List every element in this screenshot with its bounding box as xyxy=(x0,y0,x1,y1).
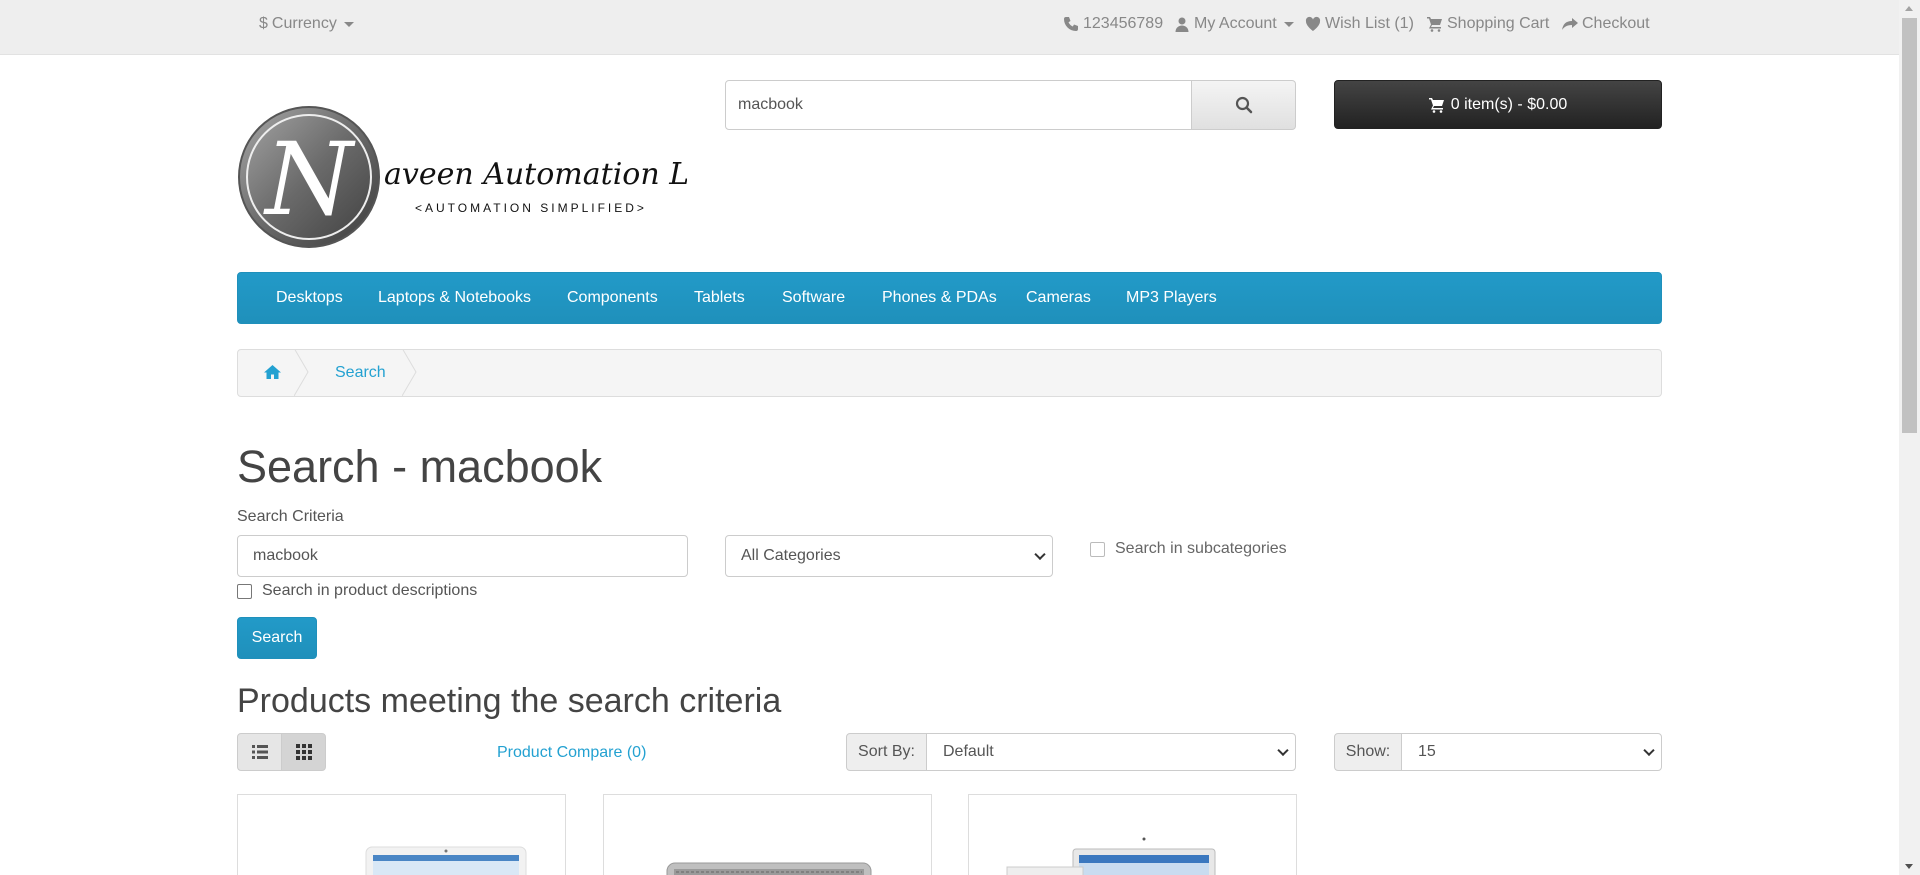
chevron-down-icon xyxy=(1643,744,1655,757)
currency-icon: $ xyxy=(259,15,268,32)
phone-link[interactable]: 123456789 xyxy=(1063,15,1163,33)
wish-list-label: Wish List (1) xyxy=(1325,15,1414,32)
product-compare-link[interactable]: Product Compare (0) xyxy=(497,744,646,762)
show-select[interactable]: 15 xyxy=(1401,733,1662,771)
cart-icon xyxy=(1428,97,1444,113)
shopping-cart-label: Shopping Cart xyxy=(1447,15,1550,32)
scroll-up-icon[interactable] xyxy=(1905,6,1913,11)
menu-item-mp3[interactable]: MP3 Players xyxy=(1126,289,1217,307)
chevron-down-icon xyxy=(1277,744,1289,757)
currency-label: Currency xyxy=(271,15,337,32)
search-icon xyxy=(1235,96,1252,114)
my-account-dropdown[interactable]: My Account xyxy=(1174,15,1294,33)
site-logo[interactable]: N aveen Automation Labs <AUTOMATION SIMP… xyxy=(237,102,742,252)
checkout-label: Checkout xyxy=(1582,15,1650,32)
user-icon xyxy=(1175,17,1189,32)
chevron-down-icon xyxy=(1034,548,1046,561)
category-menu: Desktops Laptops & Notebooks Components … xyxy=(237,272,1662,324)
breadcrumb-search[interactable]: Search xyxy=(335,364,386,382)
heart-icon xyxy=(1305,16,1321,31)
menu-item-laptops[interactable]: Laptops & Notebooks xyxy=(378,289,531,307)
menu-item-components[interactable]: Components xyxy=(567,289,658,307)
subcategories-checkbox[interactable] xyxy=(1090,542,1105,557)
share-icon xyxy=(1562,18,1578,30)
product-card[interactable] xyxy=(968,794,1297,875)
search-input[interactable] xyxy=(725,80,1192,130)
product-image xyxy=(1006,837,1216,875)
category-select[interactable]: All Categories xyxy=(725,535,1053,577)
results-heading: Products meeting the search criteria xyxy=(237,682,782,720)
menu-item-cameras[interactable]: Cameras xyxy=(1026,289,1091,307)
logo-letter: N xyxy=(263,121,356,238)
breadcrumb-separator xyxy=(402,350,417,396)
home-icon[interactable] xyxy=(264,364,281,380)
list-view-icon xyxy=(251,745,268,759)
descriptions-label: Search in product descriptions xyxy=(262,582,478,599)
show-value: 15 xyxy=(1418,743,1436,760)
sort-label: Sort By: xyxy=(846,733,927,771)
currency-dropdown[interactable]: $ Currency xyxy=(259,15,354,33)
caret-down-icon xyxy=(1283,21,1294,27)
cart-button[interactable]: 0 item(s) - $0.00 xyxy=(1334,80,1662,129)
cart-icon xyxy=(1427,17,1442,32)
category-selected: All Categories xyxy=(741,547,841,564)
header-search xyxy=(725,80,1296,130)
scroll-down-icon[interactable] xyxy=(1905,864,1913,869)
list-view-button[interactable] xyxy=(237,733,282,771)
sort-select[interactable]: Default xyxy=(926,733,1296,771)
shopping-cart-link[interactable]: Shopping Cart xyxy=(1427,15,1549,33)
product-card[interactable] xyxy=(603,794,932,875)
subcategories-label: Search in subcategories xyxy=(1115,540,1287,557)
show-label: Show: xyxy=(1334,733,1402,771)
top-bar: $ Currency 123456789 My Account Wish Lis… xyxy=(0,0,1899,55)
caret-down-icon xyxy=(343,21,354,27)
menu-item-phones[interactable]: Phones & PDAs xyxy=(882,289,997,307)
logo-name: aveen Automation Labs xyxy=(384,157,687,192)
logo-tagline: <AUTOMATION SIMPLIFIED> xyxy=(415,201,647,215)
grid-view-icon xyxy=(295,744,312,760)
cart-total: 0 item(s) - $0.00 xyxy=(1450,95,1568,113)
logo-image: N aveen Automation Labs <AUTOMATION SIMP… xyxy=(238,106,742,248)
product-image xyxy=(666,862,872,875)
phone-icon xyxy=(1064,17,1078,31)
menu-item-tablets[interactable]: Tablets xyxy=(694,289,745,307)
search-submit-button[interactable]: Search xyxy=(237,617,317,659)
descriptions-checkbox[interactable] xyxy=(237,584,252,599)
scrollbar-thumb[interactable] xyxy=(1902,18,1917,433)
wish-list-link[interactable]: Wish List (1) xyxy=(1305,15,1414,33)
sort-value: Default xyxy=(943,743,994,760)
search-button[interactable] xyxy=(1192,80,1296,130)
product-image xyxy=(365,846,527,875)
my-account-label: My Account xyxy=(1194,15,1277,32)
search-criteria-input[interactable]: macbook xyxy=(237,535,688,577)
menu-item-desktops[interactable]: Desktops xyxy=(276,289,343,307)
search-criteria-label: Search Criteria xyxy=(237,508,344,525)
grid-view-button[interactable] xyxy=(281,733,326,771)
product-card[interactable] xyxy=(237,794,566,875)
page-scrollbar[interactable] xyxy=(1899,0,1920,875)
checkout-link[interactable]: Checkout xyxy=(1562,15,1650,33)
search-criteria-value: macbook xyxy=(253,547,318,564)
page-title: Search - macbook xyxy=(237,441,603,492)
breadcrumb: Search xyxy=(237,349,1662,397)
phone-number: 123456789 xyxy=(1083,15,1164,32)
menu-item-software[interactable]: Software xyxy=(782,289,845,307)
